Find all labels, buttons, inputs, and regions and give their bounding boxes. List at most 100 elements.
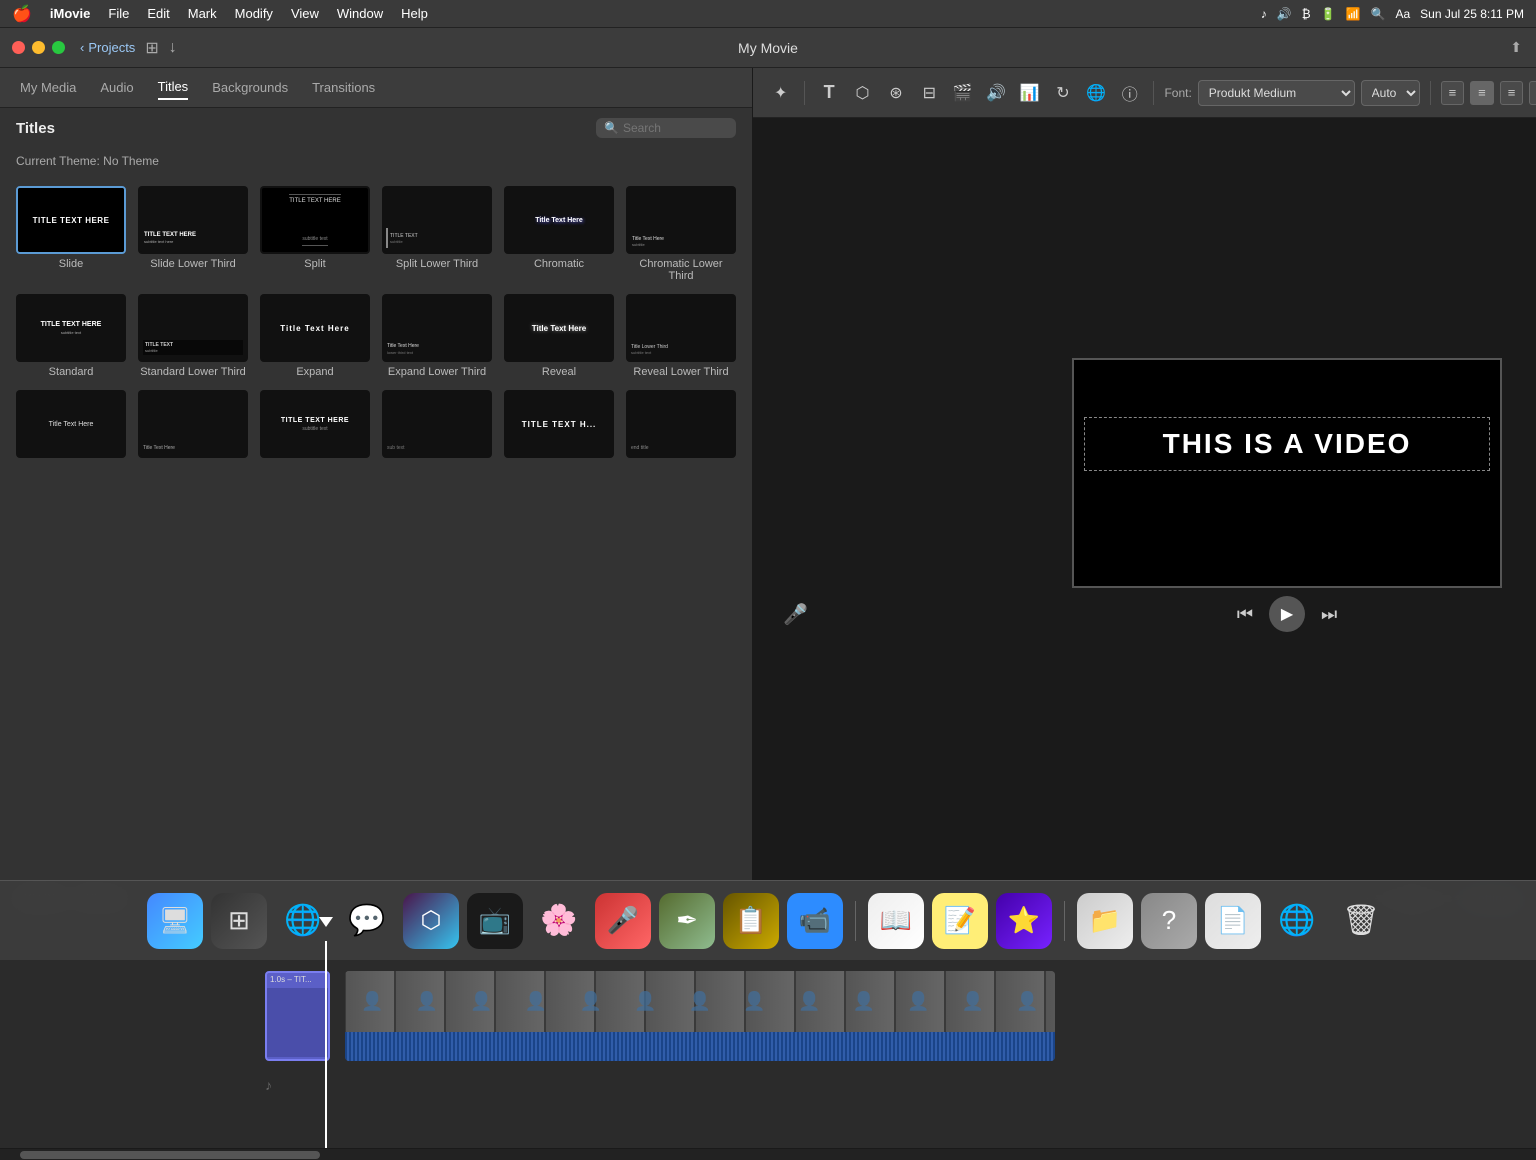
- minimize-button[interactable]: [32, 41, 45, 54]
- timeline-scrollbar[interactable]: [0, 1148, 1536, 1160]
- title-item-split[interactable]: TITLE TEXT HERE subtitle text Split: [260, 186, 370, 282]
- dock-notes[interactable]: 📝: [932, 893, 988, 949]
- dock-imovie[interactable]: ⭐: [996, 893, 1052, 949]
- dock-help[interactable]: ?: [1141, 893, 1197, 949]
- title-label-chromatic-lower-third: Chromatic Lower Third: [626, 258, 736, 282]
- title-item-reveal-lower-third[interactable]: Title Lower Third subtitle text Reveal L…: [626, 294, 736, 378]
- tab-transitions[interactable]: Transitions: [312, 76, 375, 99]
- tool-crop-icon[interactable]: ⊟: [916, 79, 943, 107]
- dock-soundboard[interactable]: 🎤: [595, 893, 651, 949]
- dock-messages[interactable]: 💬: [339, 893, 395, 949]
- dock-photos[interactable]: 🌸: [531, 893, 587, 949]
- tool-globe-icon[interactable]: 🌐: [1083, 79, 1110, 107]
- tool-filter-icon[interactable]: ⊛: [882, 79, 909, 107]
- title-thumb-reveal-lower-third: Title Lower Third subtitle text: [626, 294, 736, 362]
- tool-chart-icon[interactable]: 📊: [1016, 79, 1043, 107]
- dock-launchpad[interactable]: ⊞: [211, 893, 267, 949]
- menubar-modify[interactable]: Modify: [235, 6, 273, 21]
- dock-slack[interactable]: ⬡: [403, 893, 459, 949]
- size-selector[interactable]: Auto: [1361, 80, 1420, 106]
- title-item-row4-3[interactable]: TITLE TEXT HERE subtitle text: [260, 390, 370, 462]
- menubar-file[interactable]: File: [108, 6, 129, 21]
- tool-info-icon[interactable]: ⓘ: [1116, 79, 1143, 107]
- tab-titles[interactable]: Titles: [158, 75, 189, 100]
- tool-style-icon[interactable]: ⬡: [849, 79, 876, 107]
- title-item-row4-4[interactable]: sub text: [382, 390, 492, 462]
- title-item-chromatic-lower-third[interactable]: Title Text Here subtitle Chromatic Lower…: [626, 186, 736, 282]
- skip-back-button[interactable]: ⏮: [1237, 604, 1253, 625]
- align-justify-button[interactable]: ≡: [1529, 81, 1536, 105]
- play-button[interactable]: ▶: [1269, 596, 1305, 632]
- menubar-mark[interactable]: Mark: [188, 6, 217, 21]
- title-thumb-row4-5: TITLE TEXT H...: [504, 390, 614, 458]
- video-track[interactable]: 👤 👤 👤 👤 👤 👤 👤 👤 👤 👤 👤 👤 👤: [345, 971, 1055, 1061]
- dock-finder[interactable]: 🖥: [147, 893, 203, 949]
- tab-audio[interactable]: Audio: [100, 76, 133, 99]
- tool-volume-icon[interactable]: 🔊: [982, 79, 1009, 107]
- menubar-view[interactable]: View: [291, 6, 319, 21]
- title-item-row4-5[interactable]: TITLE TEXT H...: [504, 390, 614, 462]
- chrome2-icon: 🌐: [1278, 903, 1315, 938]
- dock-trash[interactable]: 🗑: [1333, 893, 1389, 949]
- align-right-button[interactable]: ≡: [1500, 81, 1524, 105]
- projects-button[interactable]: ‹ Projects: [80, 40, 135, 55]
- dock-finder2[interactable]: 📁: [1077, 893, 1133, 949]
- tab-my-media[interactable]: My Media: [20, 76, 76, 99]
- title-item-row4-2[interactable]: Title Text Here: [138, 390, 248, 462]
- tab-backgrounds[interactable]: Backgrounds: [212, 76, 288, 99]
- align-center-button[interactable]: ≡: [1470, 81, 1494, 105]
- download-icon[interactable]: ↓: [169, 39, 177, 57]
- menubar-window[interactable]: Window: [337, 6, 383, 21]
- skip-forward-button[interactable]: ⏭: [1321, 604, 1337, 625]
- menubar-help[interactable]: Help: [401, 6, 428, 21]
- title-item-row4-6[interactable]: end title: [626, 390, 736, 462]
- menubar-bluetooth[interactable]: ₿: [1302, 7, 1311, 21]
- tool-text-icon[interactable]: T: [815, 79, 842, 107]
- title-item-expand-lower-third[interactable]: Title Text Here lower third text Expand …: [382, 294, 492, 378]
- share-icon[interactable]: ⬆: [1510, 39, 1522, 55]
- font-selector[interactable]: Produkt Medium: [1198, 80, 1355, 106]
- menubar-edit[interactable]: Edit: [147, 6, 169, 21]
- title-item-split-lower-third[interactable]: TITLE TEXT subtitle Split Lower Third: [382, 186, 492, 282]
- titlebar-right: ⬆: [1510, 39, 1522, 56]
- menubar-imovie[interactable]: iMovie: [50, 6, 90, 21]
- menubar-volume[interactable]: 🔊: [1277, 7, 1292, 21]
- title-item-slide[interactable]: TITLE TEXT HERE Slide: [16, 186, 126, 282]
- title-item-row4-1[interactable]: Title Text Here: [16, 390, 126, 462]
- title-item-reveal[interactable]: Title Text Here Reveal: [504, 294, 614, 378]
- separator-3: [1430, 81, 1431, 105]
- video-frame: THIS IS A VIDEO: [1072, 358, 1502, 588]
- title-thumb-row4-2: Title Text Here: [138, 390, 248, 458]
- timeline-playhead[interactable]: [325, 941, 327, 1148]
- grid-icon[interactable]: ⊞: [145, 38, 158, 58]
- title-item-expand[interactable]: Title Text Here Expand: [260, 294, 370, 378]
- title-item-chromatic[interactable]: Title Text Here Chromatic: [504, 186, 614, 282]
- title-item-slide-lower-third[interactable]: TITLE TEXT HERE subtitle text here Slide…: [138, 186, 248, 282]
- dock-dictionary[interactable]: 📖: [868, 893, 924, 949]
- tool-magic-icon[interactable]: ✦: [767, 79, 794, 107]
- dock-presentations[interactable]: 📋: [723, 893, 779, 949]
- dock-separator: [855, 901, 856, 941]
- microphone-button[interactable]: 🎤: [783, 602, 808, 627]
- dock-appletv[interactable]: 📺: [467, 893, 523, 949]
- apple-menu[interactable]: 🍎: [12, 4, 32, 24]
- title-clip[interactable]: 1.0s – TIT...: [265, 971, 330, 1061]
- back-chevron-icon: ‹: [80, 40, 84, 55]
- dock-zoom[interactable]: 📹: [787, 893, 843, 949]
- menubar-siri[interactable]: Aa: [1395, 7, 1410, 21]
- title-item-standard[interactable]: TITLE TEXT HERE subtitle text Standard: [16, 294, 126, 378]
- dock-scrivener[interactable]: ✒: [659, 893, 715, 949]
- align-left-button[interactable]: ≡: [1441, 81, 1465, 105]
- title-thumb-chromatic: Title Text Here: [504, 186, 614, 254]
- dock-stickies[interactable]: 📄: [1205, 893, 1261, 949]
- menubar-search[interactable]: 🔍: [1371, 7, 1386, 21]
- menubar-battery: 🔋: [1321, 7, 1336, 21]
- tool-rotate-icon[interactable]: ↻: [1049, 79, 1076, 107]
- scrollbar-thumb[interactable]: [20, 1151, 320, 1159]
- close-button[interactable]: [12, 41, 25, 54]
- title-item-standard-lower-third[interactable]: TITLE TEXT subtitle Standard Lower Third: [138, 294, 248, 378]
- dock-chrome2[interactable]: 🌐: [1269, 893, 1325, 949]
- tool-camera-icon[interactable]: 🎬: [949, 79, 976, 107]
- search-input[interactable]: [623, 121, 723, 135]
- maximize-button[interactable]: [52, 41, 65, 54]
